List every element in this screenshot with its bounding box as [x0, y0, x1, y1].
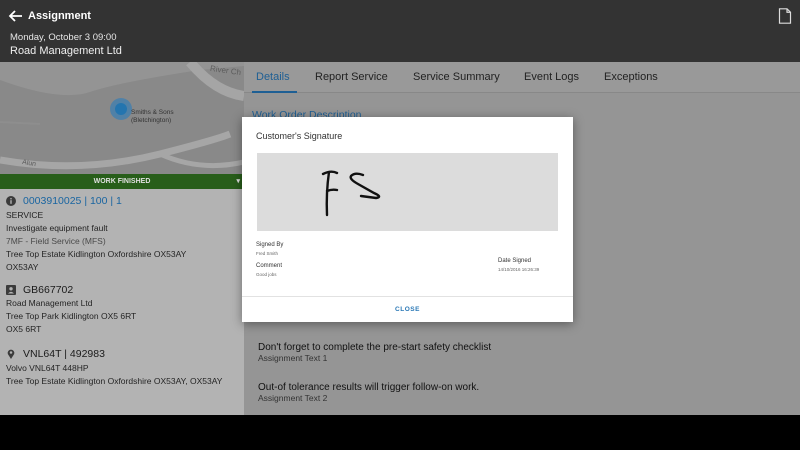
company-name: Road Management Ltd: [10, 45, 122, 57]
app-screen: Assignment Monday, October 3 09:00 Road …: [0, 0, 800, 415]
status-bar[interactable]: WORK FINISHED ▾: [0, 174, 244, 189]
asset-block: VNL64T | 492983 Volvo VNL64T 448HP Tree …: [0, 347, 244, 397]
work-order-postcode: OX53AY: [6, 262, 39, 272]
status-label: WORK FINISHED: [93, 178, 151, 185]
location-pin-icon: [7, 349, 15, 359]
customer-address: Tree Top Park Kidlington OX5 6RT: [6, 311, 137, 321]
status-dropdown-icon[interactable]: ▾: [236, 174, 240, 189]
location-marker-dot: [115, 103, 127, 115]
location-marker-icon[interactable]: [110, 98, 132, 120]
customer-postcode: OX5 6RT: [6, 324, 42, 334]
comment-value: Good jobs: [256, 272, 277, 277]
tab-report-service[interactable]: Report Service: [315, 71, 388, 83]
work-order-address: Tree Top Estate Kidlington Oxfordshire O…: [6, 249, 187, 259]
work-order-number[interactable]: 0003910025 | 100 | 1: [23, 195, 122, 207]
appointment-date: Monday, October 3 09:00: [10, 32, 117, 43]
assignment-label: Assignment Text 2: [258, 393, 328, 403]
tab-exceptions[interactable]: Exceptions: [604, 71, 658, 83]
active-tab-indicator: [252, 91, 297, 93]
location-map[interactable]: River Ch Alun Smiths & Sons (Bletchingto…: [0, 62, 244, 174]
contact-card-icon: [6, 285, 16, 295]
app-header: Assignment Monday, October 3 09:00 Road …: [0, 0, 800, 62]
signature-image: [257, 153, 558, 231]
work-order-service-group: 7MF - Field Service (MFS): [6, 236, 106, 246]
signed-by-value: Fred Smith: [256, 251, 279, 256]
tab-bar: Details Report Service Service Summary E…: [244, 62, 800, 93]
customer-block: GB667702 Road Management Ltd Tree Top Pa…: [0, 282, 244, 342]
asset-id: VNL64T | 492983: [23, 348, 105, 360]
date-signed-value: 14/10/2016 16:26:39: [498, 267, 540, 272]
assignment-text: Don't forget to complete the pre-start s…: [258, 342, 492, 353]
comment-label: Comment: [256, 263, 283, 269]
work-order-description: Investigate equipment fault: [6, 223, 108, 233]
asset-model: Volvo VNL64T 448HP: [6, 363, 89, 373]
signature-dialog: Customer's Signature Signed By Fred Smit…: [242, 117, 573, 322]
tab-service-summary[interactable]: Service Summary: [413, 71, 500, 83]
assignment-text: Out-of tolerance results will trigger fo…: [258, 382, 480, 393]
map-marker-label: Smiths & Sons (Bletchington): [131, 109, 174, 124]
asset-address: Tree Top Estate Kidlington Oxfordshire O…: [6, 376, 223, 386]
customer-id: GB667702: [23, 284, 74, 296]
customer-name: Road Management Ltd: [6, 298, 93, 308]
screen-title: Assignment: [28, 10, 91, 22]
document-icon[interactable]: [778, 8, 792, 24]
date-signed-label: Date Signed: [498, 258, 532, 264]
assignment-label: Assignment Text 1: [258, 353, 328, 363]
signature-strokes: [321, 170, 381, 217]
info-icon: [6, 196, 16, 206]
signed-by-label: Signed By: [256, 242, 284, 248]
tab-details[interactable]: Details: [256, 71, 290, 83]
back-arrow-icon[interactable]: [8, 8, 24, 24]
work-order-type: SERVICE: [6, 210, 44, 220]
left-panel: River Ch Alun Smiths & Sons (Bletchingto…: [0, 62, 244, 415]
dialog-title: Customer's Signature: [256, 131, 343, 141]
tab-event-logs[interactable]: Event Logs: [524, 71, 579, 83]
work-order-block: 0003910025 | 100 | 1 SERVICE Investigate…: [0, 193, 244, 273]
close-button[interactable]: CLOSE: [242, 297, 573, 322]
